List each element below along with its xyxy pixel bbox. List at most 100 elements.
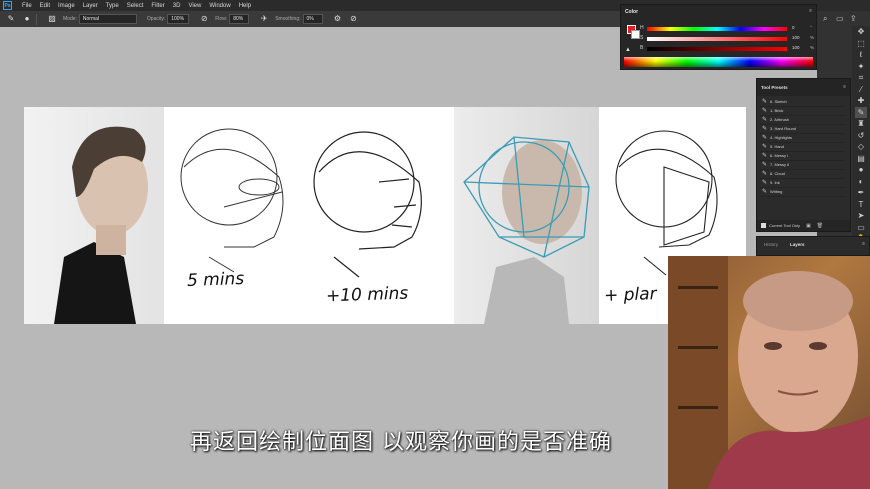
hue-label: H [640, 25, 644, 31]
menu-view[interactable]: View [184, 3, 205, 9]
pressure-size-icon[interactable]: ⊘ [349, 14, 359, 24]
tools-panel: ✥ ⬚ ℓ ✦ ⌗ ⁄ ✚ ✎ ♜ ↺ ◇ ▤ ● ◐ ✒ T ➤ ▭ ✋ ⌕ [852, 26, 870, 256]
flow-input[interactable]: 80% [229, 14, 250, 24]
saturation-slider[interactable] [647, 37, 787, 41]
trash-icon[interactable]: 🗑 [817, 223, 823, 229]
new-preset-icon[interactable]: ▣ [806, 223, 811, 229]
brightness-value[interactable]: 100 [792, 45, 800, 50]
mode-select[interactable]: Normal [78, 14, 137, 24]
magic-wand-icon[interactable]: ✦ [855, 61, 867, 73]
smoothing-settings-icon[interactable]: ⚙ [333, 14, 343, 24]
preset-label: 6. Messy I [770, 153, 789, 159]
tab-history[interactable]: History [764, 242, 778, 247]
preset-label: 9. Ink [770, 180, 780, 186]
preset-item[interactable]: ✎ 3. Hard Round [759, 125, 844, 134]
document-canvas[interactable]: 5 mins +10 mins + plar [24, 107, 746, 324]
preset-item[interactable]: ✎ 6. Sketch [759, 98, 844, 107]
preset-label: 5. Hand [770, 144, 785, 150]
brush-icon: ✎ [762, 99, 768, 106]
brush-tool-icon[interactable]: ✎ [6, 14, 16, 24]
hue-value[interactable]: 0 [792, 25, 795, 30]
preset-item[interactable]: ✎ Writing [759, 188, 844, 197]
preset-item[interactable]: ✎ 5. Hand [759, 143, 844, 152]
portrait-image [54, 126, 148, 324]
marquee-icon[interactable]: ⬚ [855, 38, 867, 50]
menu-layer[interactable]: Layer [79, 3, 102, 9]
gradient-icon[interactable]: ▤ [855, 153, 867, 165]
panel-menu-icon[interactable]: ≡ [809, 8, 812, 14]
menu-filter[interactable]: Filter [147, 3, 168, 9]
type-icon[interactable]: T [855, 199, 867, 211]
preset-item[interactable]: ✎ 9. Ink [759, 179, 844, 188]
brush-icon[interactable]: ✎ [855, 106, 867, 118]
color-panel-title: Color [625, 9, 639, 15]
healing-icon[interactable]: ✚ [855, 95, 867, 107]
opacity-input[interactable]: 100% [167, 14, 190, 24]
history-brush-icon[interactable]: ↺ [855, 130, 867, 142]
blur-icon[interactable]: ● [855, 164, 867, 176]
menu-type[interactable]: Type [102, 3, 123, 9]
menu-select[interactable]: Select [123, 3, 148, 9]
brush-icon: ✎ [762, 153, 768, 160]
preset-label: Writing [770, 189, 783, 195]
preset-label: 8. Cloud [770, 171, 785, 177]
preset-item[interactable]: ✎ 2. Airbrush [759, 116, 844, 125]
eraser-icon[interactable]: ◇ [855, 141, 867, 153]
reference-photo [24, 107, 164, 324]
workspace-icon[interactable]: ▭ [836, 14, 844, 23]
preset-item[interactable]: ✎ 4. Highlights [759, 134, 844, 143]
brightness-slider[interactable] [647, 47, 787, 51]
path-select-icon[interactable]: ➤ [855, 210, 867, 222]
video-subtitle: 再返回绘制位面图 以观察你画的是否准确 [190, 430, 612, 455]
pressure-opacity-icon[interactable]: ⊘ [199, 14, 209, 24]
brightness-unit: % [810, 45, 815, 50]
menu-edit[interactable]: Edit [36, 3, 54, 9]
menu-3d[interactable]: 3D [169, 3, 185, 9]
sketch-time-label: +10 mins [325, 283, 409, 307]
gamut-warning-icon[interactable]: ▲ [625, 47, 631, 53]
shape-icon[interactable]: ▭ [855, 222, 867, 234]
preset-item[interactable]: ✎ 7. Messy II [759, 161, 844, 170]
pen-icon[interactable]: ✒ [855, 187, 867, 199]
photoshop-logo[interactable]: Ps [3, 1, 12, 10]
share-icon[interactable]: ⇪ [850, 14, 857, 23]
menu-file[interactable]: File [18, 3, 36, 9]
current-tool-only-label: Current Tool Only [769, 223, 801, 228]
smoothing-input[interactable]: 0% [302, 14, 323, 24]
dodge-icon[interactable]: ◐ [855, 176, 867, 188]
layers-panel: History Layers ≡ [756, 236, 870, 256]
planes-overlay [463, 136, 590, 324]
preset-item[interactable]: ✎ 1. Brick [759, 107, 844, 116]
tool-presets-title[interactable]: Tool Presets [761, 85, 788, 90]
menu-image[interactable]: Image [54, 3, 79, 9]
brush-icon: ✎ [762, 108, 768, 115]
move-icon[interactable]: ✥ [855, 26, 867, 38]
background-swatch[interactable] [631, 30, 640, 39]
menu-window[interactable]: Window [205, 3, 234, 9]
airbrush-icon[interactable]: ✈ [259, 14, 269, 24]
stamp-icon[interactable]: ♜ [855, 118, 867, 130]
brush-icon: ✎ [762, 117, 768, 124]
tool-presets-footer: Current Tool Only ▣ 🗑 [757, 220, 850, 231]
tab-layers[interactable]: Layers [790, 242, 805, 247]
menu-help[interactable]: Help [235, 3, 255, 9]
search-icon[interactable]: ⌕ [823, 14, 827, 24]
brush-preset-picker-icon[interactable]: ● [22, 14, 32, 24]
preset-label: 4. Highlights [770, 135, 793, 141]
current-tool-only-checkbox[interactable] [761, 223, 766, 228]
brush-icon: ✎ [762, 135, 768, 142]
eyedropper-icon[interactable]: ⁄ [855, 84, 867, 96]
preset-item[interactable]: ✎ 6. Messy I [759, 152, 844, 161]
lasso-icon[interactable]: ℓ [855, 49, 867, 61]
brush-settings-icon[interactable]: ▨ [47, 14, 57, 24]
color-panel: Color ≡ H 0 ° S 100 % B 100 % ▲ [620, 4, 817, 70]
hue-slider[interactable] [647, 27, 787, 31]
panel-menu-icon[interactable]: ≡ [862, 241, 865, 247]
crop-icon[interactable]: ⌗ [855, 72, 867, 84]
panel-menu-icon[interactable]: ≡ [843, 84, 846, 90]
brush-icon: ✎ [762, 126, 768, 133]
preset-item[interactable]: ✎ 8. Cloud [759, 170, 844, 179]
preset-label: 3. Hard Round [770, 126, 797, 132]
color-spectrum[interactable] [624, 57, 813, 67]
saturation-value[interactable]: 100 [792, 35, 800, 40]
